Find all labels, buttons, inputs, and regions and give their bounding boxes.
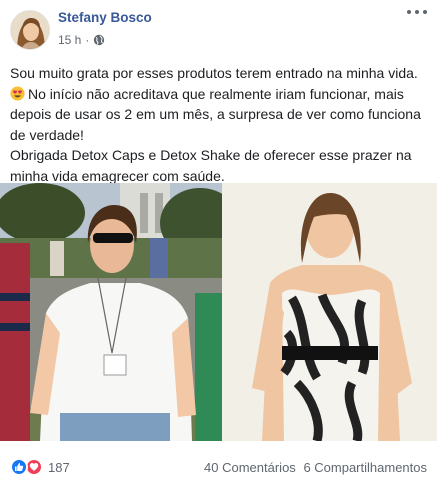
like-reaction-icon [10, 458, 28, 476]
post-meta: 15 h · [58, 33, 105, 47]
post-text: Sou muito grata por esses produtos terem… [10, 63, 430, 186]
author-name[interactable]: Stefany Bosco [58, 10, 152, 25]
post-paragraph-3: Obrigada Detox Caps e Detox Shake de ofe… [10, 147, 412, 184]
post-paragraph-1: Sou muito grata por esses produtos terem… [10, 65, 418, 81]
before-photo [0, 183, 222, 441]
post-time[interactable]: 15 h [58, 33, 81, 47]
post-paragraph-2: No início não acreditava que realmente i… [10, 85, 421, 143]
reaction-count: 187 [48, 459, 70, 475]
post-paragraph-2-wrap: No início não acreditava que realmente i… [10, 84, 430, 146]
engagement-counts: 40 Comentários 6 Compartilhamentos [204, 460, 427, 475]
heart-eyes-emoji-icon [10, 85, 25, 101]
meta-separator: · [85, 33, 90, 47]
avatar[interactable] [10, 10, 50, 50]
post-header: Stefany Bosco 15 h · [0, 0, 437, 60]
post-photo[interactable] [0, 183, 437, 441]
after-photo [222, 183, 437, 441]
post-footer: 187 40 Comentários 6 Compartilhamentos [0, 450, 437, 486]
globe-icon [94, 34, 105, 46]
more-options-icon[interactable] [407, 6, 427, 18]
reactions-summary[interactable]: 187 [10, 458, 70, 476]
shares-count-link[interactable]: 6 Compartilhamentos [303, 460, 427, 475]
comments-count-link[interactable]: 40 Comentários [204, 460, 296, 475]
